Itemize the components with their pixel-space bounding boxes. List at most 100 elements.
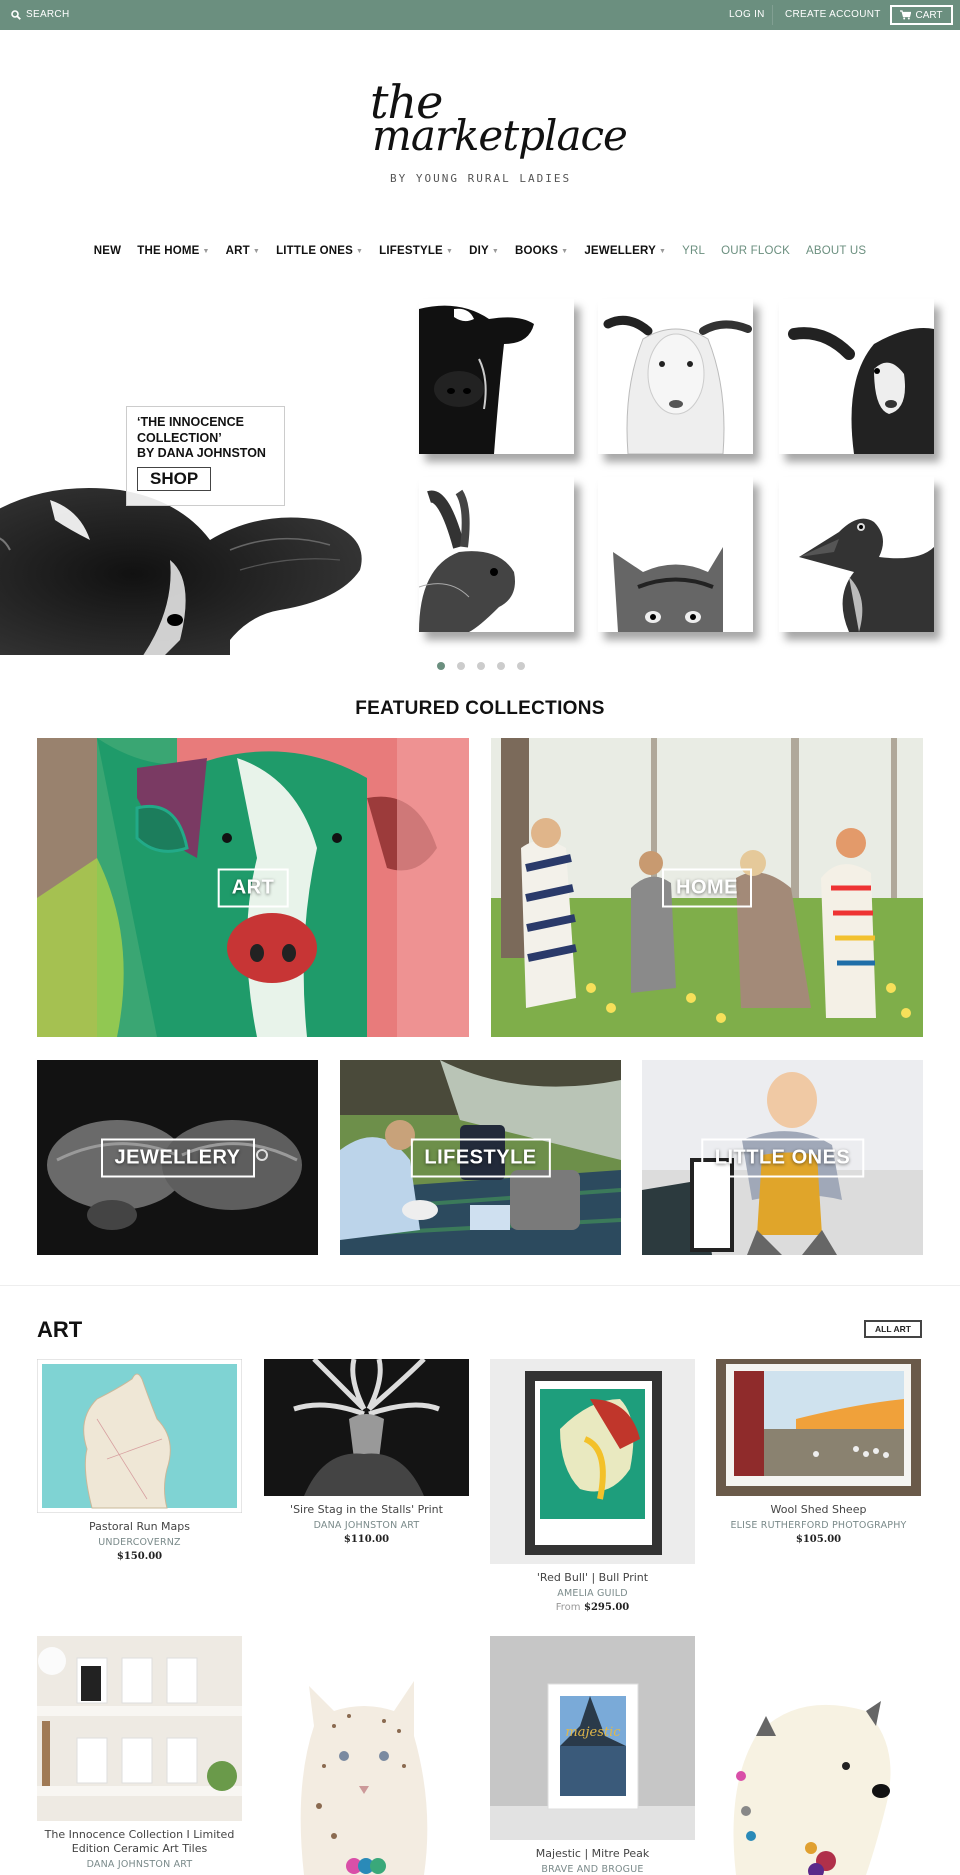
hero-caption-box: ‘THE INNOCENCE COLLECTION’ BY DANA JOHNS… <box>126 406 285 506</box>
nav-item-art[interactable]: ART ▼ <box>226 245 260 257</box>
topbar-divider <box>772 5 773 25</box>
nav-label: JEWELLERY <box>584 245 656 257</box>
create-account-link[interactable]: CREATE ACCOUNT <box>785 9 881 20</box>
collection-lifestyle-label: LIFESTYLE <box>410 1138 551 1177</box>
hero-slideshow[interactable]: ‘THE INNOCENCE COLLECTION’ BY DANA JOHNS… <box>0 290 960 655</box>
top-bar: SEARCH LOG IN CREATE ACCOUNT CART <box>0 0 960 30</box>
nav-label: THE HOME <box>137 245 200 257</box>
collection-jewellery[interactable]: JEWELLERY <box>37 1060 318 1255</box>
collection-lifestyle[interactable]: LIFESTYLE <box>340 1060 621 1255</box>
cart-label: CART <box>915 9 943 21</box>
product-vendor: AMELIA GUILD <box>557 1588 628 1599</box>
slide-dot-5[interactable] <box>517 662 525 670</box>
svg-text:majestic: majestic <box>565 1725 621 1740</box>
product-image[interactable] <box>716 1636 921 1875</box>
all-art-button[interactable]: ALL ART <box>864 1320 922 1338</box>
nav-item-jewellery[interactable]: JEWELLERY ▼ <box>584 245 666 257</box>
nav-item-about-us[interactable]: ABOUT US <box>806 245 866 257</box>
product-vendor: UNDERCOVERNZ <box>98 1537 181 1548</box>
nav-item-new[interactable]: NEW <box>94 245 121 257</box>
slide-dot-1[interactable] <box>437 662 445 670</box>
collection-little-ones-label: LITTLE ONES <box>700 1138 865 1177</box>
product-image[interactable] <box>264 1359 469 1496</box>
product-image[interactable] <box>490 1359 695 1564</box>
price-from-label: From <box>555 1602 581 1613</box>
product-image[interactable] <box>37 1636 242 1821</box>
product-card[interactable]: 'Red Bull' | Bull Print AMELIA GUILD Fro… <box>490 1359 695 1613</box>
nav-label: ART <box>225 245 250 257</box>
slide-dot-2[interactable] <box>457 662 465 670</box>
hero-title-line3: BY DANA JOHNSTON <box>137 446 266 460</box>
hero-title-line2: COLLECTION’ <box>137 430 222 445</box>
collection-art[interactable]: ART <box>37 738 469 1037</box>
product-card[interactable] <box>716 1636 921 1875</box>
product-vendor: DANA JOHNSTON ART <box>313 1520 420 1531</box>
hero-shop-button[interactable]: SHOP <box>137 466 212 491</box>
caret-down-icon: ▼ <box>252 247 261 255</box>
product-name: The Innocence Collection I Limited Editi… <box>44 1828 235 1855</box>
product-image[interactable] <box>264 1636 469 1875</box>
ceramic-tiles-image <box>37 1636 242 1821</box>
product-card[interactable]: The Innocence Collection I Limited Editi… <box>37 1636 242 1870</box>
product-vendor: DANA JOHNSTON ART <box>86 1859 193 1870</box>
collection-home-label: HOME <box>662 868 752 907</box>
goat-tile <box>779 299 934 454</box>
goat-illustration <box>779 299 934 454</box>
product-name: Wool Shed Sheep <box>770 1503 867 1516</box>
hero-title-line1: ‘THE INNOCENCE <box>137 415 244 429</box>
nav-label: DIY <box>469 245 489 257</box>
caret-down-icon: ▼ <box>202 247 210 255</box>
framed-bull-image <box>490 1359 695 1564</box>
slide-dot-3[interactable] <box>477 662 485 670</box>
nav-item-the-home[interactable]: THE HOME ▼ <box>137 245 209 257</box>
product-card[interactable]: majestic Majestic | Mitre Peak BRAVE AND… <box>490 1636 695 1875</box>
caret-down-icon: ▼ <box>445 247 454 255</box>
slide-dot-4[interactable] <box>497 662 505 670</box>
search-link[interactable]: SEARCH <box>11 9 69 20</box>
login-link[interactable]: LOG IN <box>729 9 765 20</box>
nav-item-lifestyle[interactable]: LIFESTYLE ▼ <box>379 245 453 257</box>
nav-item-our-flock[interactable]: OUR FLOCK <box>721 245 790 257</box>
collection-art-label: ART <box>217 868 289 907</box>
caret-down-icon: ▼ <box>658 247 667 255</box>
product-image[interactable] <box>716 1359 921 1496</box>
collection-little-ones[interactable]: LITTLE ONES <box>642 1060 923 1255</box>
rabbit-illustration <box>419 477 574 632</box>
product-card[interactable]: Wool Shed Sheep ELISE RUTHERFORD PHOTOGR… <box>716 1359 921 1545</box>
mitre-peak-image: majestic <box>490 1636 695 1840</box>
duckling-tile <box>779 477 934 632</box>
nav-item-books[interactable]: BOOKS ▼ <box>515 245 568 257</box>
collection-home[interactable]: HOME <box>491 738 923 1037</box>
product-image[interactable]: majestic <box>490 1636 695 1840</box>
nav-label: NEW <box>93 245 122 257</box>
rabbit-tile <box>419 477 574 632</box>
product-price: $110.00 <box>343 1534 390 1545</box>
search-label: SEARCH <box>26 9 70 20</box>
product-price: $105.00 <box>795 1534 842 1545</box>
calf-illustration <box>419 299 574 454</box>
nav-item-diy[interactable]: DIY ▼ <box>469 245 499 257</box>
collection-jewellery-label: JEWELLERY <box>100 1138 255 1177</box>
product-vendor: BRAVE AND BROGUE <box>541 1864 644 1875</box>
nav-label: BOOKS <box>515 245 559 257</box>
section-divider <box>0 1285 960 1286</box>
nav-label: ABOUT US <box>806 245 867 257</box>
wool-shed-sheep-image <box>716 1359 921 1496</box>
caret-down-icon: ▼ <box>491 247 499 255</box>
cart-button[interactable]: CART <box>890 5 953 25</box>
product-price: From $295.00 <box>490 1602 695 1613</box>
kitten-illustration <box>598 477 753 632</box>
site-logo[interactable]: the marketplace BY YOUNG RURAL LADIES <box>360 79 628 192</box>
product-vendor: ELISE RUTHERFORD PHOTOGRAPHY <box>730 1520 907 1531</box>
product-card[interactable]: Pastoral Run Maps UNDERCOVERNZ $150.00 <box>37 1359 242 1562</box>
product-card[interactable]: 'Sire Stag in the Stalls' Print DANA JOH… <box>264 1359 469 1545</box>
nav-item-little-ones[interactable]: LITTLE ONES ▼ <box>276 245 363 257</box>
caret-down-icon: ▼ <box>561 247 569 255</box>
product-image[interactable] <box>37 1359 242 1513</box>
nav-item-yrl[interactable]: YRL <box>682 245 705 257</box>
cart-icon <box>900 10 912 20</box>
main-nav: NEW THE HOME ▼ ART ▼ LITTLE ONES ▼ LIFESTYL… <box>0 245 960 257</box>
nav-label: YRL <box>682 245 706 257</box>
product-name: 'Sire Stag in the Stalls' Print <box>290 1503 443 1516</box>
product-card[interactable] <box>264 1636 469 1875</box>
